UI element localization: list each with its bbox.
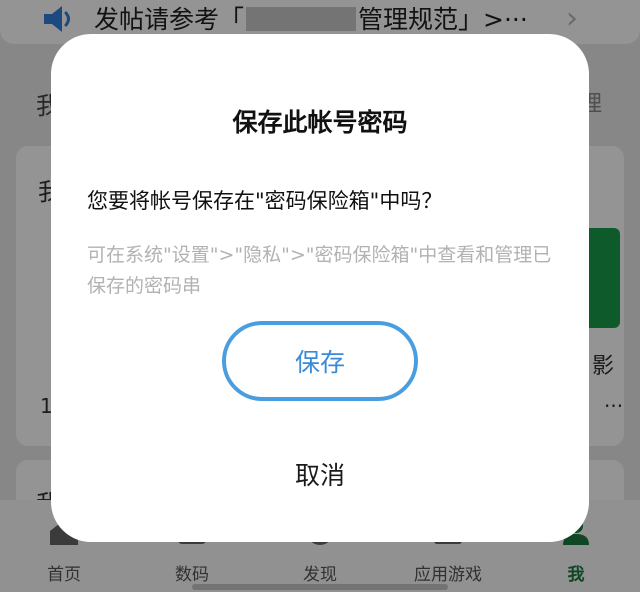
cancel-button[interactable]: 取消 bbox=[260, 450, 380, 498]
save-button[interactable]: 保存 bbox=[222, 321, 418, 401]
dialog-title: 保存此帐号密码 bbox=[232, 108, 408, 137]
dialog-question: 您要将帐号保存在"密码保险箱"中吗？ bbox=[87, 189, 443, 213]
dialog-description: 可在系统"设置">"隐私">"密码保险箱"中查看和管理已保存的密码串 bbox=[87, 244, 552, 297]
save-password-dialog: 保存此帐号密码 您要将帐号保存在"密码保险箱"中吗？ 可在系统"设置">"隐私"… bbox=[51, 34, 589, 542]
